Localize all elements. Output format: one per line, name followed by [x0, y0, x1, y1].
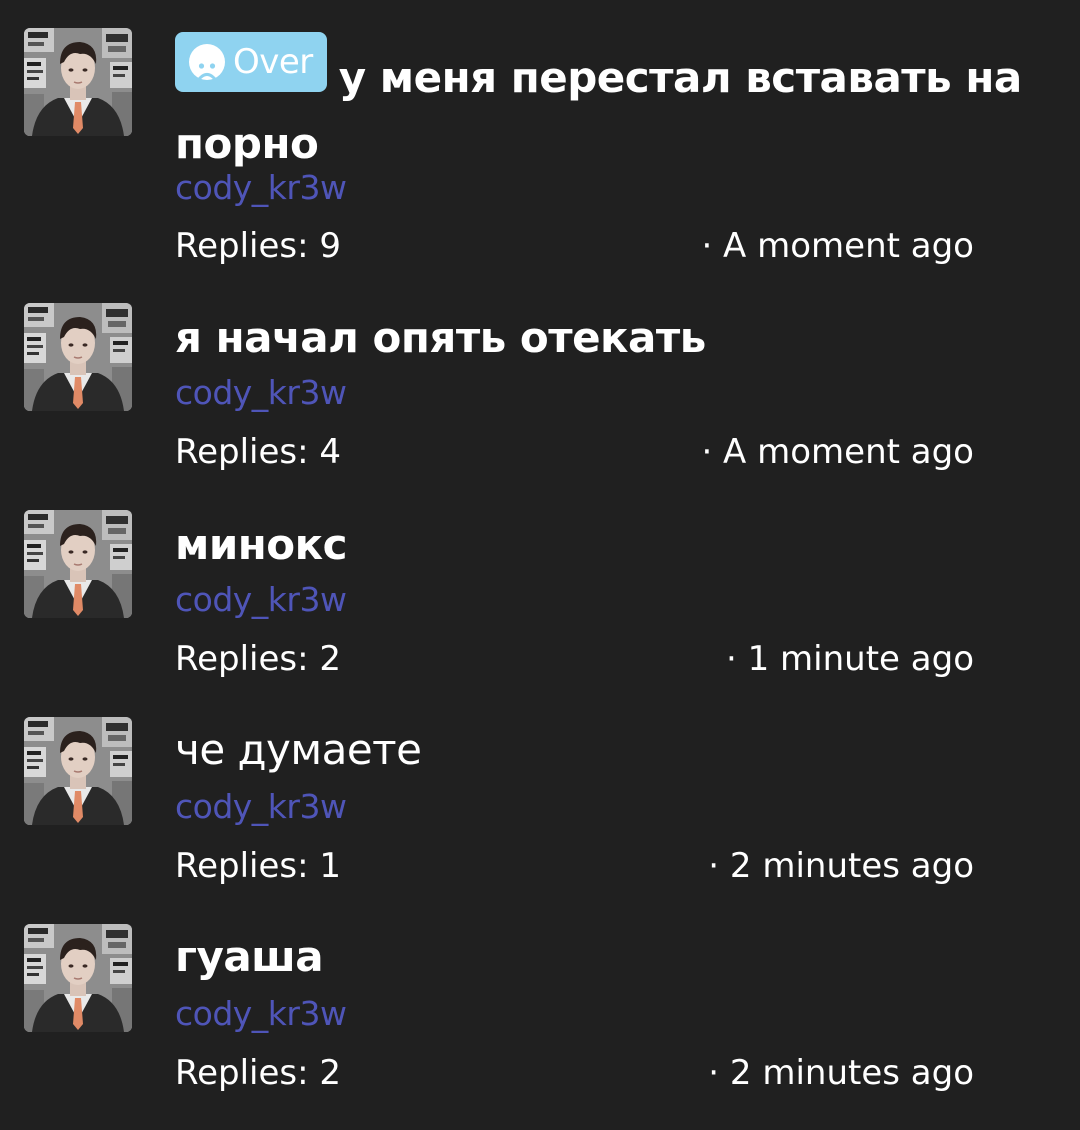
avatar[interactable] [24, 510, 132, 618]
thread-item[interactable]: Over у меня перестал вставать на порно c… [0, 0, 1080, 270]
timestamp: · 2 minutes ago [708, 846, 974, 886]
avatar[interactable] [24, 924, 132, 1032]
replies-count: Replies: 4 [175, 432, 342, 472]
author-link[interactable]: cody_kr3w [175, 787, 347, 826]
timestamp: · 2 minutes ago [708, 1053, 974, 1093]
thread-title[interactable]: гуаша [175, 924, 1065, 990]
thread-item[interactable]: гуаша cody_kr3w Replies: 2 · 2 minutes a… [0, 896, 1080, 1101]
thread-item[interactable]: минокс cody_kr3w Replies: 2 · 1 minute a… [0, 482, 1080, 687]
badge-label: Over [233, 42, 313, 82]
status-badge: Over [175, 32, 327, 92]
timestamp: · A moment ago [701, 226, 974, 266]
thread-title[interactable]: я начал опять отекать [175, 305, 1065, 371]
replies-count: Replies: 2 [175, 1053, 342, 1093]
author-link[interactable]: cody_kr3w [175, 373, 347, 412]
replies-count: Replies: 9 [175, 226, 342, 266]
thread-item[interactable]: я начал опять отекать cody_kr3w Replies:… [0, 275, 1080, 480]
sad-face-icon [189, 44, 225, 80]
timestamp: · A moment ago [701, 432, 974, 472]
avatar[interactable] [24, 717, 132, 825]
author-link[interactable]: cody_kr3w [175, 168, 347, 207]
thread-item[interactable]: че думаете cody_kr3w Replies: 1 · 2 minu… [0, 689, 1080, 894]
avatar[interactable] [24, 28, 132, 136]
avatar[interactable] [24, 303, 132, 411]
thread-title[interactable]: че думаете [175, 717, 1065, 783]
author-link[interactable]: cody_kr3w [175, 580, 347, 619]
replies-count: Replies: 1 [175, 846, 342, 886]
replies-count: Replies: 2 [175, 639, 342, 679]
author-link[interactable]: cody_kr3w [175, 994, 347, 1033]
thread-title[interactable]: Over у меня перестал вставать на порно [175, 32, 1065, 177]
thread-title[interactable]: минокс [175, 512, 1065, 578]
timestamp: · 1 minute ago [726, 639, 974, 679]
